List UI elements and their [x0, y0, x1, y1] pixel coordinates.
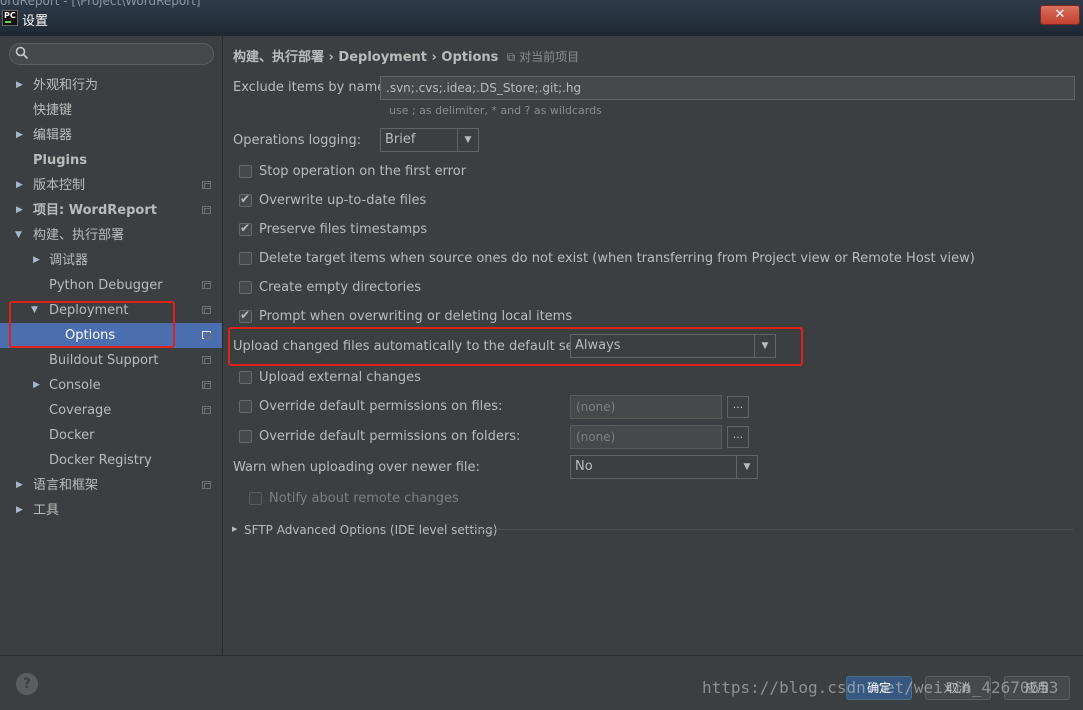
stop-on-error-checkbox[interactable]: [239, 165, 252, 178]
app-icon-text: PC: [4, 11, 16, 20]
expand-arrow-icon[interactable]: ▶: [16, 198, 23, 223]
project-scope-icon: [202, 356, 211, 364]
breadcrumb-path: 构建、执行部署 › Deployment › Options: [233, 50, 499, 65]
window-title: 设置: [22, 14, 49, 29]
create-empty-dirs-label[interactable]: Create empty directories: [259, 280, 421, 295]
create-empty-dirs-checkbox[interactable]: [239, 281, 252, 294]
sidebar-item-coverage[interactable]: Coverage: [49, 398, 111, 423]
sidebar-item-python-debugger[interactable]: Python Debugger: [49, 273, 163, 298]
sidebar-item-buildout-support[interactable]: Buildout Support: [49, 348, 158, 373]
expand-arrow-icon[interactable]: ▶: [33, 248, 40, 273]
override-files-label[interactable]: Override default permissions on files:: [259, 399, 502, 414]
warn-newer-file-select[interactable]: No ▼: [570, 455, 758, 479]
expand-arrow-icon[interactable]: ▶: [16, 498, 23, 523]
sftp-advanced-section[interactable]: SFTP Advanced Options (IDE level setting…: [244, 523, 497, 537]
sidebar-item-keymap[interactable]: 快捷键: [33, 98, 72, 123]
project-scope-text: 对当前项目: [519, 50, 580, 64]
delete-target-items-label[interactable]: Delete target items when source ones do …: [259, 251, 975, 266]
watermark: https://blog.csdn.net/weixin_42670653: [702, 678, 1059, 697]
overwrite-up-to-date-checkbox[interactable]: [239, 192, 252, 207]
prompt-overwrite-checkbox[interactable]: [239, 308, 252, 323]
stop-on-error-label[interactable]: Stop operation on the first error: [259, 164, 466, 179]
preserve-timestamps-label[interactable]: Preserve files timestamps: [259, 222, 427, 237]
expand-arrow-icon[interactable]: ▶: [16, 123, 23, 148]
sidebar-item-console[interactable]: Console: [49, 373, 101, 398]
sidebar-item-plugins[interactable]: Plugins: [33, 148, 87, 173]
help-button[interactable]: ?: [16, 673, 38, 695]
override-files-checkbox[interactable]: [239, 400, 252, 413]
notify-remote-label[interactable]: Notify about remote changes: [269, 491, 459, 506]
sidebar-item-version-control[interactable]: 版本控制: [33, 173, 85, 198]
sidebar-item-languages[interactable]: 语言和框架: [33, 473, 98, 498]
annotation-highlight-box: [9, 301, 175, 348]
expand-arrow-icon[interactable]: ▶: [16, 473, 23, 498]
section-divider: [468, 529, 1073, 530]
prompt-overwrite-label[interactable]: Prompt when overwriting or deleting loca…: [259, 309, 572, 324]
collapse-arrow-icon[interactable]: ▼: [15, 223, 22, 248]
project-scope-icon: [202, 381, 211, 389]
project-scope-icon: [202, 281, 211, 289]
background-window-title: ordReport - [\Project\WordReport]: [0, 0, 201, 8]
project-scope-icon: [202, 331, 211, 339]
warn-newer-file-value: No: [575, 459, 593, 474]
project-scope-icon: [202, 206, 211, 214]
expand-arrow-icon[interactable]: ▶: [33, 373, 40, 398]
sidebar-item-appearance[interactable]: 外观和行为: [33, 73, 98, 98]
override-folders-checkbox[interactable]: [239, 430, 252, 443]
overwrite-up-to-date-label[interactable]: Overwrite up-to-date files: [259, 193, 426, 208]
sidebar-item-docker-registry[interactable]: Docker Registry: [49, 448, 152, 473]
expand-arrow-icon[interactable]: ▶: [232, 517, 237, 542]
sidebar-item-tools[interactable]: 工具: [33, 498, 59, 523]
sidebar-item-project[interactable]: 项目: WordReport: [33, 198, 157, 223]
override-folders-field[interactable]: (none): [570, 425, 722, 449]
project-scope-icon: [202, 481, 211, 489]
search-icon: [15, 46, 29, 60]
close-button[interactable]: ✕: [1040, 5, 1080, 25]
exclude-items-field[interactable]: .svn;.cvs;.idea;.DS_Store;.git;.hg: [380, 76, 1075, 100]
exclude-items-label: Exclude items by name:: [233, 80, 390, 95]
warn-newer-file-label: Warn when uploading over newer file:: [233, 460, 480, 475]
annotation-highlight-box: [228, 327, 803, 366]
sidebar-item-debugger[interactable]: 调试器: [49, 248, 88, 273]
expand-arrow-icon[interactable]: ▶: [16, 173, 23, 198]
project-scope-label: ⧉ 对当前项目: [502, 50, 580, 64]
project-scope-icon: [202, 406, 211, 414]
notify-remote-checkbox[interactable]: [249, 492, 262, 505]
override-folders-label[interactable]: Override default permissions on folders:: [259, 429, 520, 444]
delete-target-items-checkbox[interactable]: [239, 252, 252, 265]
override-files-browse-button[interactable]: ...: [727, 396, 749, 418]
project-scope-icon: [202, 181, 211, 189]
project-scope-icon: [202, 306, 211, 314]
upload-external-label[interactable]: Upload external changes: [259, 370, 421, 385]
upload-external-checkbox[interactable]: [239, 371, 252, 384]
sidebar-item-build-deploy[interactable]: 构建、执行部署: [33, 223, 124, 248]
override-files-field[interactable]: (none): [570, 395, 722, 419]
exclude-items-hint: use ; as delimiter, * and ? as wildcards: [389, 104, 602, 117]
sidebar-item-docker[interactable]: Docker: [49, 423, 95, 448]
search-input[interactable]: [9, 43, 214, 65]
breadcrumb: 构建、执行部署 › Deployment › Options ⧉ 对当前项目: [233, 46, 579, 65]
sidebar-item-editor[interactable]: 编辑器: [33, 123, 72, 148]
override-folders-browse-button[interactable]: ...: [727, 426, 749, 448]
operations-logging-label: Operations logging:: [233, 133, 362, 148]
operations-logging-select[interactable]: Brief ▼: [380, 128, 479, 152]
dropdown-arrow-icon[interactable]: ▼: [736, 456, 757, 478]
expand-arrow-icon[interactable]: ▶: [16, 73, 23, 98]
preserve-timestamps-checkbox[interactable]: [239, 221, 252, 236]
dropdown-arrow-icon[interactable]: ▼: [457, 129, 478, 151]
pycharm-app-icon: PC: [2, 10, 18, 26]
operations-logging-value: Brief: [385, 132, 416, 147]
